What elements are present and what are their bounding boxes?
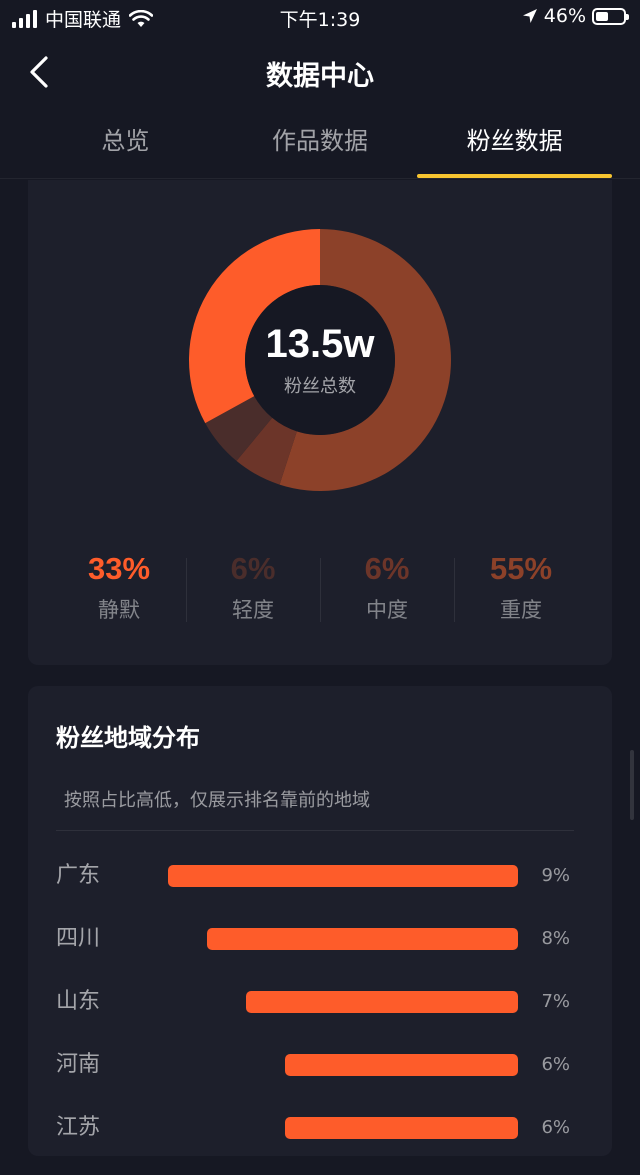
- fans-activity-stats: 33% 静默 6% 轻度 6% 中度 55% 重度: [52, 550, 588, 630]
- region-list: 广东 9% 四川 8% 山东 7% 河南 6% 江苏 6%: [56, 860, 574, 1175]
- stat-light: 6% 轻度: [186, 550, 320, 630]
- region-row: 四川 8%: [56, 923, 574, 986]
- battery-percent: 46%: [543, 5, 586, 27]
- region-name: 河南: [56, 1052, 101, 1077]
- stat-label: 轻度: [232, 598, 274, 622]
- region-row: 江苏 6%: [56, 1112, 574, 1175]
- tab-works-data[interactable]: 作品数据: [223, 108, 418, 178]
- region-bar-track: [168, 1049, 518, 1081]
- stat-medium: 6% 中度: [320, 550, 454, 630]
- status-bar: 中国联通 下午1:39 46%: [0, 0, 640, 36]
- region-description: 按照占比高低，仅展示排名靠前的地域: [64, 790, 370, 811]
- region-name: 广东: [56, 863, 101, 888]
- fans-total-label: 粉丝总数: [284, 376, 356, 397]
- stat-label: 重度: [500, 598, 542, 622]
- region-percent: 9%: [541, 865, 570, 886]
- status-right: 46%: [522, 5, 629, 27]
- tabs-divider: [0, 178, 640, 179]
- stat-label: 中度: [366, 598, 408, 622]
- tab-overview[interactable]: 总览: [28, 108, 223, 178]
- region-row: 山东 7%: [56, 986, 574, 1049]
- stat-value: 6%: [364, 551, 410, 586]
- region-bar-track: [168, 860, 518, 892]
- region-distribution-card: 粉丝地域分布 按照占比高低，仅展示排名靠前的地域 广东 9% 四川 8% 山东 …: [28, 686, 612, 1156]
- fans-overview-card: 13.5w 粉丝总数 33% 静默 6% 轻度 6% 中度 55% 重度: [28, 180, 612, 665]
- region-name: 江苏: [56, 1115, 101, 1140]
- nav-bar: 数据中心: [0, 36, 640, 108]
- region-row: 广东 9%: [56, 860, 574, 923]
- stat-value: 55%: [489, 551, 553, 586]
- stat-silent: 33% 静默: [52, 550, 186, 630]
- battery-icon: [592, 7, 629, 25]
- fans-donut-chart: 13.5w 粉丝总数: [188, 228, 452, 492]
- region-percent: 6%: [541, 1054, 570, 1075]
- region-bar-track: [168, 923, 518, 955]
- region-bar: [207, 928, 518, 950]
- region-bar-track: [168, 1112, 518, 1144]
- donut-center: 13.5w 粉丝总数: [188, 228, 452, 492]
- region-bar: [168, 865, 518, 887]
- battery-fill: [596, 11, 608, 21]
- region-title: 粉丝地域分布: [56, 724, 200, 752]
- tab-bar: 总览 作品数据 粉丝数据: [28, 108, 612, 178]
- region-percent: 8%: [541, 928, 570, 949]
- region-percent: 6%: [541, 1117, 570, 1138]
- region-bar: [246, 991, 518, 1013]
- region-divider: [56, 830, 574, 831]
- stat-label: 静默: [98, 598, 140, 622]
- page-title: 数据中心: [266, 61, 374, 92]
- stat-heavy: 55% 重度: [454, 550, 588, 630]
- region-bar: [285, 1054, 518, 1076]
- stat-value: 33%: [87, 551, 151, 586]
- region-percent: 7%: [541, 991, 570, 1012]
- scrollbar[interactable]: [630, 750, 634, 820]
- region-name: 四川: [56, 926, 101, 951]
- region-row: 河南 6%: [56, 1049, 574, 1112]
- region-name: 山东: [56, 989, 101, 1014]
- region-bar: [285, 1117, 518, 1139]
- tab-fans-data[interactable]: 粉丝数据: [417, 108, 612, 178]
- region-bar-track: [168, 986, 518, 1018]
- location-arrow-icon: [522, 9, 537, 23]
- stat-value: 6%: [230, 551, 276, 586]
- fans-total-value: 13.5w: [265, 322, 375, 366]
